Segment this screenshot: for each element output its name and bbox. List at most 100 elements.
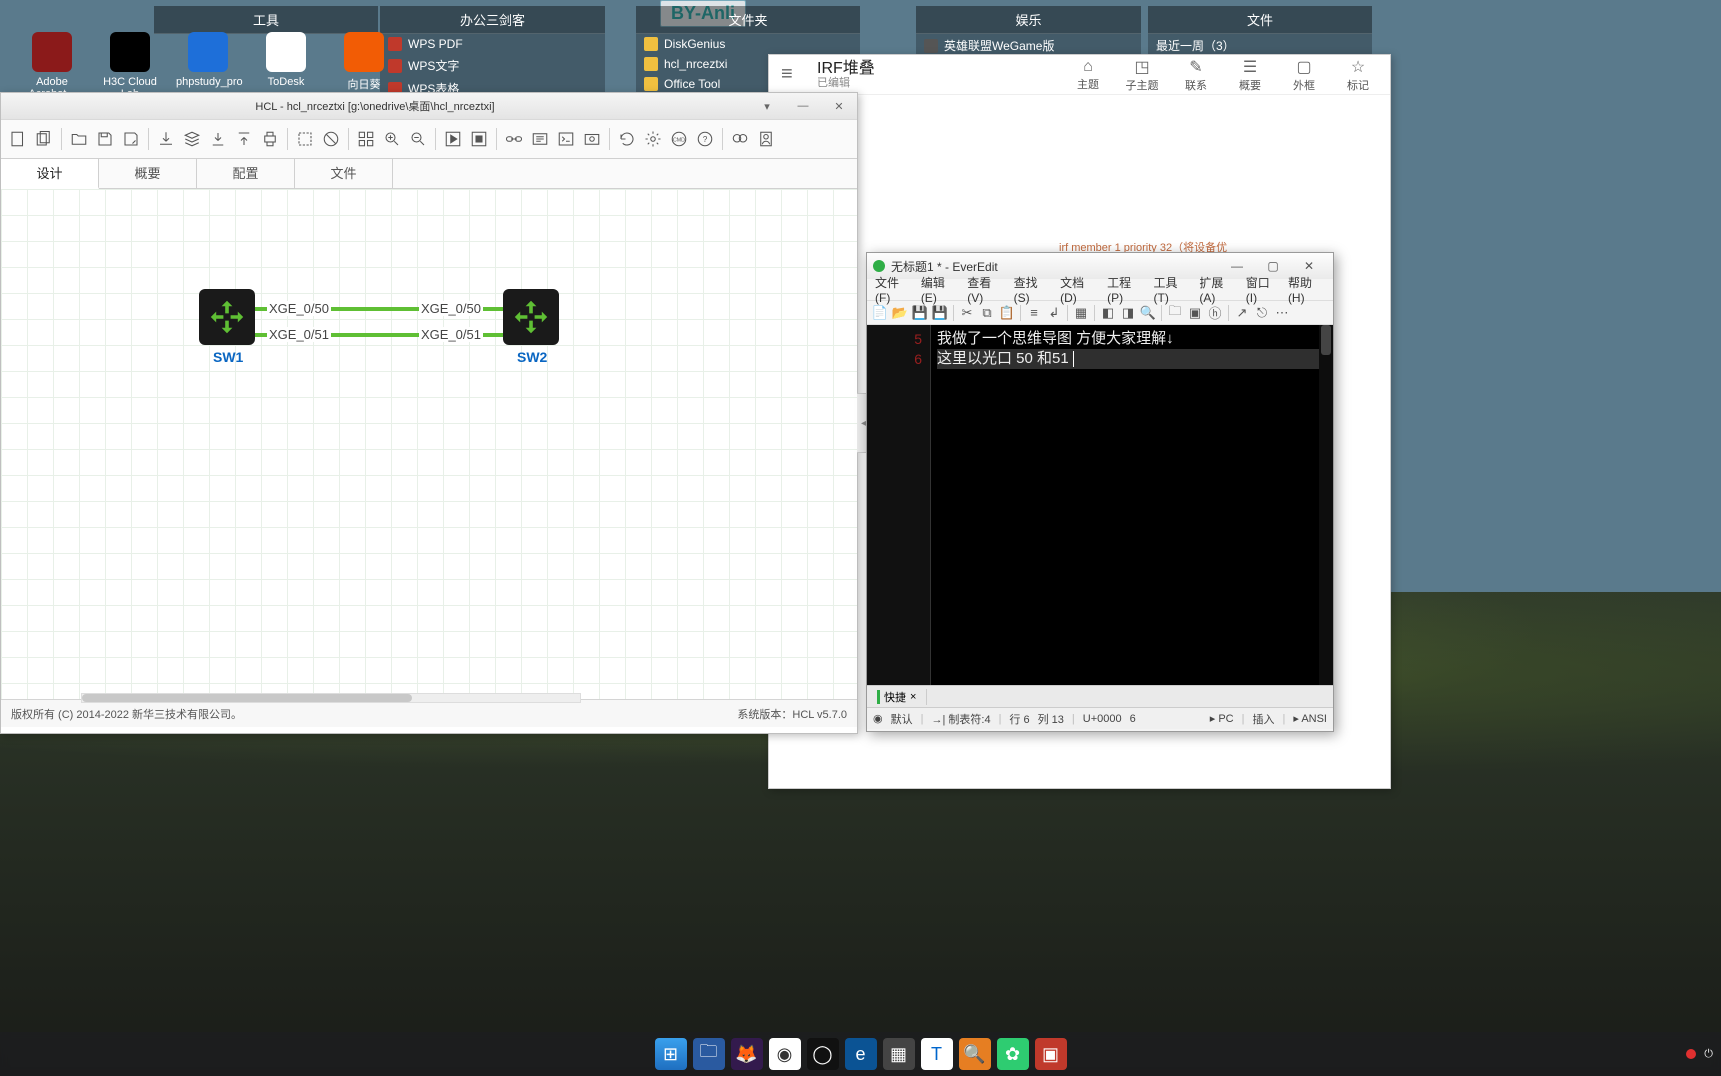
tray-icon[interactable]: ⏻ (1704, 1048, 1713, 1061)
menu-tools[interactable]: 工具(T) (1154, 274, 1190, 305)
menu-edit[interactable]: 编辑(E) (921, 274, 957, 305)
taskbar-firefox-icon[interactable]: 🦊 (731, 1038, 763, 1070)
link-icon[interactable]: ⎋ (1253, 304, 1271, 322)
close-button[interactable]: ✕ (821, 93, 857, 119)
more-icon[interactable]: ⋯ (1273, 304, 1291, 322)
zoom-in-icon[interactable] (381, 128, 403, 150)
minimize-button[interactable]: — (785, 93, 821, 119)
mindmap-action-subtopic[interactable]: ◳子主题 (1122, 57, 1162, 93)
close-button[interactable]: ✕ (1291, 259, 1327, 273)
bookmark2-icon[interactable]: ◨ (1119, 304, 1137, 322)
terminal-icon[interactable] (555, 128, 577, 150)
switch-node-sw2[interactable] (503, 289, 559, 345)
maximize-button[interactable]: ▢ (1255, 259, 1291, 273)
tab-overview[interactable]: 概要 (99, 159, 197, 188)
pin-button[interactable]: ▾ (749, 93, 785, 119)
hcl-horizontal-scrollbar[interactable] (81, 693, 581, 703)
desktop-icon[interactable]: 向日葵 (332, 32, 396, 100)
desktop-icon[interactable]: phpstudy_pro (176, 32, 240, 100)
mindmap-action-boundary[interactable]: ▢外框 (1284, 57, 1324, 93)
mindmap-action-marker[interactable]: ☆标记 (1338, 57, 1378, 93)
taskbar-chrome-icon[interactable]: ◉ (769, 1038, 801, 1070)
desktop-icon[interactable]: Adobe Acrobat... (20, 32, 84, 100)
new-multi-icon[interactable] (33, 128, 55, 150)
upload-icon[interactable] (233, 128, 255, 150)
link-icon[interactable] (503, 128, 525, 150)
panel-item[interactable]: WPS PDF (380, 34, 605, 54)
editor-vertical-scrollbar[interactable] (1319, 325, 1333, 685)
everedit-editor[interactable]: 5 6 我做了一个思维导图 方便大家理解↓ 这里以光口 50 和51 (867, 325, 1333, 685)
taskbar-tray[interactable]: ⏻ (1686, 1048, 1713, 1061)
status-enc[interactable]: ▸ ANSI (1293, 712, 1327, 725)
open-icon[interactable] (68, 128, 90, 150)
tab-config[interactable]: 配置 (197, 159, 295, 188)
folder-icon[interactable]: 🗀 (1166, 304, 1184, 322)
user-icon[interactable] (755, 128, 777, 150)
download-icon[interactable] (207, 128, 229, 150)
text-icon[interactable] (529, 128, 551, 150)
hcl-canvas[interactable]: SW1 SW2 XGE_0/50 XGE_0/50 XGE_0/51 XGE_0… (1, 189, 857, 699)
menu-extensions[interactable]: 扩展(A) (1199, 274, 1235, 305)
wrap-icon[interactable]: ↲ (1045, 304, 1063, 322)
mindmap-action-theme[interactable]: ⌂主题 (1068, 58, 1108, 92)
hex-icon[interactable]: ⓗ (1206, 304, 1224, 322)
new-icon[interactable] (7, 128, 29, 150)
status-ins[interactable]: 插入 (1252, 711, 1274, 727)
menu-document[interactable]: 文档(D) (1060, 274, 1097, 305)
hamburger-icon[interactable]: ≡ (781, 63, 803, 86)
no-select-icon[interactable] (320, 128, 342, 150)
paste-icon[interactable]: 📋 (998, 304, 1016, 322)
help-icon[interactable]: ? (694, 128, 716, 150)
tab-close-icon[interactable]: × (910, 691, 916, 703)
find-icon[interactable]: 🔍 (1139, 304, 1157, 322)
status-tab[interactable]: →| 制表符:4 (931, 711, 990, 727)
status-eol[interactable]: ▸ PC (1210, 712, 1234, 725)
taskbar-app-icon[interactable]: ▦ (883, 1038, 915, 1070)
text-area[interactable]: 我做了一个思维导图 方便大家理解↓ 这里以光口 50 和51 (931, 325, 1333, 685)
save-all-icon[interactable]: 💾 (931, 304, 949, 322)
mindmap-action-relation[interactable]: ✎联系 (1176, 57, 1216, 93)
panel-icon[interactable]: ▦ (1072, 304, 1090, 322)
scrollbar-thumb[interactable] (1321, 325, 1331, 355)
tab-design[interactable]: 设计 (1, 159, 99, 189)
cmd-icon[interactable]: CMD (668, 128, 690, 150)
desktop-icon[interactable]: H3C Cloud Lab (98, 32, 162, 100)
cut-icon[interactable]: ✂ (958, 304, 976, 322)
hcl-titlebar[interactable]: HCL - hcl_nrceztxi [g:\onedrive\桌面\hcl_n… (1, 93, 857, 119)
taskbar-sunflower-icon[interactable]: ✿ (997, 1038, 1029, 1070)
align-left-icon[interactable]: ≡ (1025, 304, 1043, 322)
saveas-icon[interactable] (120, 128, 142, 150)
zoom-out-icon[interactable] (407, 128, 429, 150)
panel-item[interactable]: DiskGenius (636, 34, 860, 54)
switch-node-sw1[interactable] (199, 289, 255, 345)
play-icon[interactable] (442, 128, 464, 150)
taskbar-explorer-icon[interactable]: 🗀 (693, 1038, 725, 1070)
panel-item[interactable]: WPS文字 (380, 54, 605, 77)
menu-window[interactable]: 窗口(I) (1246, 274, 1278, 305)
chat-icon[interactable] (729, 128, 751, 150)
menu-search[interactable]: 查找(S) (1014, 274, 1050, 305)
select-icon[interactable] (294, 128, 316, 150)
taskbar-search-icon[interactable]: 🔍 (959, 1038, 991, 1070)
print-icon[interactable] (259, 128, 281, 150)
minimize-button[interactable]: — (1219, 259, 1255, 273)
taskbar-opera-icon[interactable]: ◯ (807, 1038, 839, 1070)
taskbar-todesk-icon[interactable]: T (921, 1038, 953, 1070)
refresh-icon[interactable] (616, 128, 638, 150)
stack-icon[interactable] (181, 128, 203, 150)
bottom-tab-shortcut[interactable]: 快捷× (867, 689, 927, 705)
scrollbar-thumb[interactable] (82, 694, 412, 702)
copy-icon[interactable]: ⧉ (978, 304, 996, 322)
terminal-icon[interactable]: ▣ (1186, 304, 1204, 322)
grid-icon[interactable] (355, 128, 377, 150)
stop-icon[interactable] (468, 128, 490, 150)
status-record-icon[interactable]: ◉ (873, 712, 883, 725)
start-button[interactable]: ⊞ (655, 1038, 687, 1070)
status-mode[interactable]: 默认 (891, 711, 913, 727)
capture-icon[interactable] (581, 128, 603, 150)
open-file-icon[interactable]: 📂 (891, 304, 909, 322)
settings-icon[interactable] (642, 128, 664, 150)
taskbar-app2-icon[interactable]: ▣ (1035, 1038, 1067, 1070)
menu-file[interactable]: 文件(F) (875, 274, 911, 305)
save-icon[interactable] (94, 128, 116, 150)
